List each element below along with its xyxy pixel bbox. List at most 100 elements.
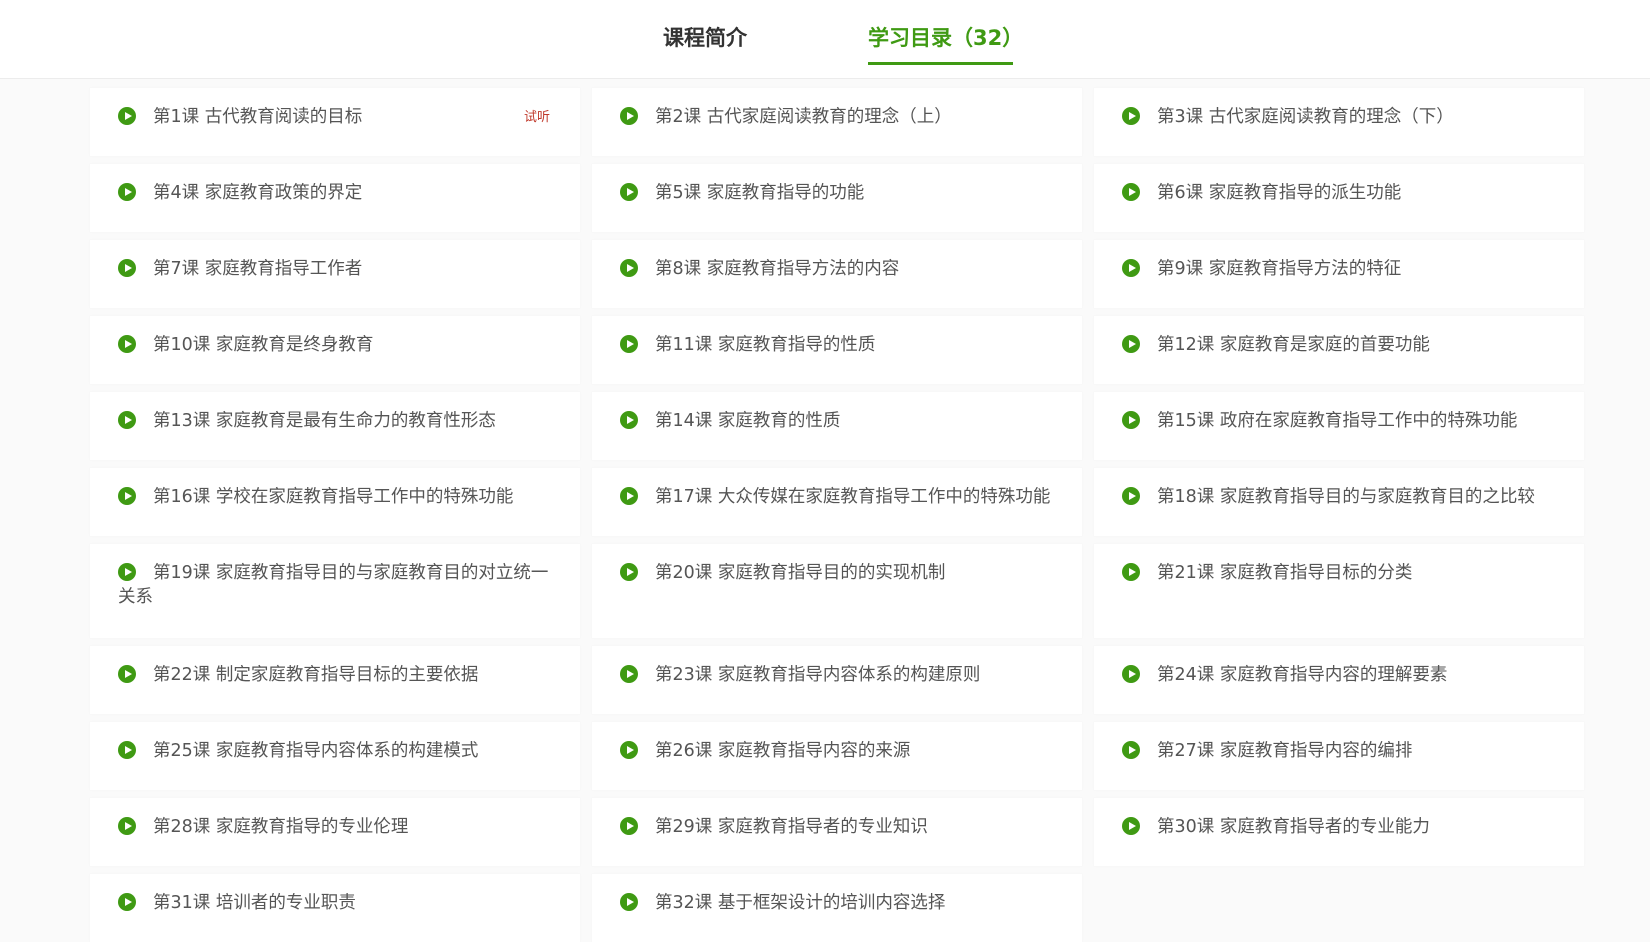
play-circle-icon (1122, 411, 1140, 429)
lesson-item[interactable]: 第23课 家庭教育指导内容体系的构建原则 (592, 646, 1082, 714)
active-tab-indicator (868, 62, 1013, 65)
lesson-item[interactable]: 第3课 古代家庭阅读教育的理念（下） (1094, 88, 1584, 156)
lesson-label: 第3课 古代家庭阅读教育的理念（下） (1157, 107, 1454, 127)
lesson-item[interactable]: 第7课 家庭教育指导工作者 (90, 240, 580, 308)
play-circle-icon (620, 107, 638, 125)
lesson-label: 第8课 家庭教育指导方法的内容 (655, 259, 900, 279)
lesson-item[interactable]: 第8课 家庭教育指导方法的内容 (592, 240, 1082, 308)
lesson-item[interactable]: 第28课 家庭教育指导的专业伦理 (90, 798, 580, 866)
lesson-item[interactable]: 第15课 政府在家庭教育指导工作中的特殊功能 (1094, 392, 1584, 460)
lesson-label: 第27课 家庭教育指导内容的编排 (1157, 741, 1413, 761)
play-circle-icon (1122, 183, 1140, 201)
lesson-title: 第4课 家庭教育政策的界定 (118, 181, 556, 205)
play-circle-icon (118, 487, 136, 505)
play-circle-icon (118, 183, 136, 201)
lesson-label: 第32课 基于框架设计的培训内容选择 (655, 893, 946, 913)
lesson-item[interactable]: 第2课 古代家庭阅读教育的理念（上） (592, 88, 1082, 156)
lesson-title: 第17课 大众传媒在家庭教育指导工作中的特殊功能 (620, 485, 1058, 509)
tab-study-catalog[interactable]: 学习目录（32） (868, 22, 1023, 62)
lesson-title: 第32课 基于框架设计的培训内容选择 (620, 891, 1058, 915)
lesson-item[interactable]: 第12课 家庭教育是家庭的首要功能 (1094, 316, 1584, 384)
lesson-list: 第1课 古代教育阅读的目标 试听 第2课 古代家庭阅读教育的理念（上） 第3课 古代家… (90, 88, 1584, 942)
lesson-label: 第31课 培训者的专业职责 (153, 893, 356, 913)
lesson-title: 第11课 家庭教育指导的性质 (620, 333, 1058, 357)
lesson-item[interactable]: 第18课 家庭教育指导目的与家庭教育目的之比较 (1094, 468, 1584, 536)
lesson-item[interactable]: 第31课 培训者的专业职责 (90, 874, 580, 942)
play-circle-icon (620, 741, 638, 759)
play-circle-icon (1122, 107, 1140, 125)
lesson-item[interactable]: 第27课 家庭教育指导内容的编排 (1094, 722, 1584, 790)
lesson-label: 第16课 学校在家庭教育指导工作中的特殊功能 (153, 487, 514, 507)
lesson-item[interactable]: 第10课 家庭教育是终身教育 (90, 316, 580, 384)
play-circle-icon (1122, 665, 1140, 683)
play-circle-icon (1122, 335, 1140, 353)
lesson-item[interactable]: 第25课 家庭教育指导内容体系的构建模式 (90, 722, 580, 790)
lesson-label: 第11课 家庭教育指导的性质 (655, 335, 876, 355)
lesson-label: 第1课 古代教育阅读的目标 (153, 107, 363, 127)
lesson-title: 第30课 家庭教育指导者的专业能力 (1122, 815, 1560, 839)
lesson-title: 第21课 家庭教育指导目标的分类 (1122, 561, 1560, 585)
lesson-item[interactable]: 第9课 家庭教育指导方法的特征 (1094, 240, 1584, 308)
play-circle-icon (118, 817, 136, 835)
play-circle-icon (118, 259, 136, 277)
lesson-title: 第13课 家庭教育是最有生命力的教育性形态 (118, 409, 556, 433)
lesson-label: 第28课 家庭教育指导的专业伦理 (153, 817, 409, 837)
lesson-label: 第18课 家庭教育指导目的与家庭教育目的之比较 (1157, 487, 1535, 507)
lesson-item[interactable]: 第24课 家庭教育指导内容的理解要素 (1094, 646, 1584, 714)
lesson-title: 第9课 家庭教育指导方法的特征 (1122, 257, 1560, 281)
lesson-item[interactable]: 第11课 家庭教育指导的性质 (592, 316, 1082, 384)
play-circle-icon (118, 107, 136, 125)
lesson-title: 第31课 培训者的专业职责 (118, 891, 556, 915)
lesson-label: 第25课 家庭教育指导内容体系的构建模式 (153, 741, 479, 761)
lesson-label: 第29课 家庭教育指导者的专业知识 (655, 817, 928, 837)
lesson-item[interactable]: 第6课 家庭教育指导的派生功能 (1094, 164, 1584, 232)
lesson-label: 第2课 古代家庭阅读教育的理念（上） (655, 107, 952, 127)
lesson-item[interactable]: 第19课 家庭教育指导目的与家庭教育目的对立统一关系 (90, 544, 580, 638)
lesson-title: 第14课 家庭教育的性质 (620, 409, 1058, 433)
play-circle-icon (1122, 487, 1140, 505)
lesson-item[interactable]: 第21课 家庭教育指导目标的分类 (1094, 544, 1584, 638)
lesson-label: 第26课 家庭教育指导内容的来源 (655, 741, 911, 761)
lesson-label: 第10课 家庭教育是终身教育 (153, 335, 374, 355)
lesson-title: 第12课 家庭教育是家庭的首要功能 (1122, 333, 1560, 357)
lesson-title: 第19课 家庭教育指导目的与家庭教育目的对立统一关系 (118, 561, 556, 609)
lesson-item[interactable]: 第16课 学校在家庭教育指导工作中的特殊功能 (90, 468, 580, 536)
lesson-title: 第20课 家庭教育指导目的的实现机制 (620, 561, 1058, 585)
play-circle-icon (620, 259, 638, 277)
lesson-item[interactable]: 第30课 家庭教育指导者的专业能力 (1094, 798, 1584, 866)
play-circle-icon (1122, 259, 1140, 277)
play-circle-icon (620, 335, 638, 353)
tab-course-intro[interactable]: 课程简介 (663, 22, 747, 62)
lesson-label: 第13课 家庭教育是最有生命力的教育性形态 (153, 411, 496, 431)
play-circle-icon (1122, 563, 1140, 581)
lesson-item[interactable]: 第32课 基于框架设计的培训内容选择 (592, 874, 1082, 942)
lesson-title: 第8课 家庭教育指导方法的内容 (620, 257, 1058, 281)
play-circle-icon (118, 665, 136, 683)
lesson-label: 第22课 制定家庭教育指导目标的主要依据 (153, 665, 479, 685)
lesson-item[interactable]: 第26课 家庭教育指导内容的来源 (592, 722, 1082, 790)
lesson-title: 第3课 古代家庭阅读教育的理念（下） (1122, 105, 1560, 129)
lesson-item[interactable]: 第1课 古代教育阅读的目标 试听 (90, 88, 580, 156)
lesson-item[interactable]: 第14课 家庭教育的性质 (592, 392, 1082, 460)
lesson-title: 第15课 政府在家庭教育指导工作中的特殊功能 (1122, 409, 1560, 433)
lesson-title: 第6课 家庭教育指导的派生功能 (1122, 181, 1560, 205)
lesson-title: 第1课 古代教育阅读的目标 (118, 105, 556, 129)
lesson-title: 第22课 制定家庭教育指导目标的主要依据 (118, 663, 556, 687)
play-circle-icon (620, 893, 638, 911)
lesson-item[interactable]: 第5课 家庭教育指导的功能 (592, 164, 1082, 232)
lesson-label: 第9课 家庭教育指导方法的特征 (1157, 259, 1402, 279)
lesson-item[interactable]: 第13课 家庭教育是最有生命力的教育性形态 (90, 392, 580, 460)
lesson-title: 第27课 家庭教育指导内容的编排 (1122, 739, 1560, 763)
lesson-label: 第14课 家庭教育的性质 (655, 411, 841, 431)
tab-bar: 课程简介 学习目录（32） (0, 0, 1650, 79)
lesson-title: 第24课 家庭教育指导内容的理解要素 (1122, 663, 1560, 687)
lesson-title: 第18课 家庭教育指导目的与家庭教育目的之比较 (1122, 485, 1560, 509)
lesson-item[interactable]: 第4课 家庭教育政策的界定 (90, 164, 580, 232)
lesson-label: 第21课 家庭教育指导目标的分类 (1157, 563, 1413, 583)
lesson-item[interactable]: 第22课 制定家庭教育指导目标的主要依据 (90, 646, 580, 714)
lesson-item[interactable]: 第20课 家庭教育指导目的的实现机制 (592, 544, 1082, 638)
trial-badge[interactable]: 试听 (524, 106, 550, 125)
lesson-item[interactable]: 第29课 家庭教育指导者的专业知识 (592, 798, 1082, 866)
play-circle-icon (620, 487, 638, 505)
lesson-item[interactable]: 第17课 大众传媒在家庭教育指导工作中的特殊功能 (592, 468, 1082, 536)
